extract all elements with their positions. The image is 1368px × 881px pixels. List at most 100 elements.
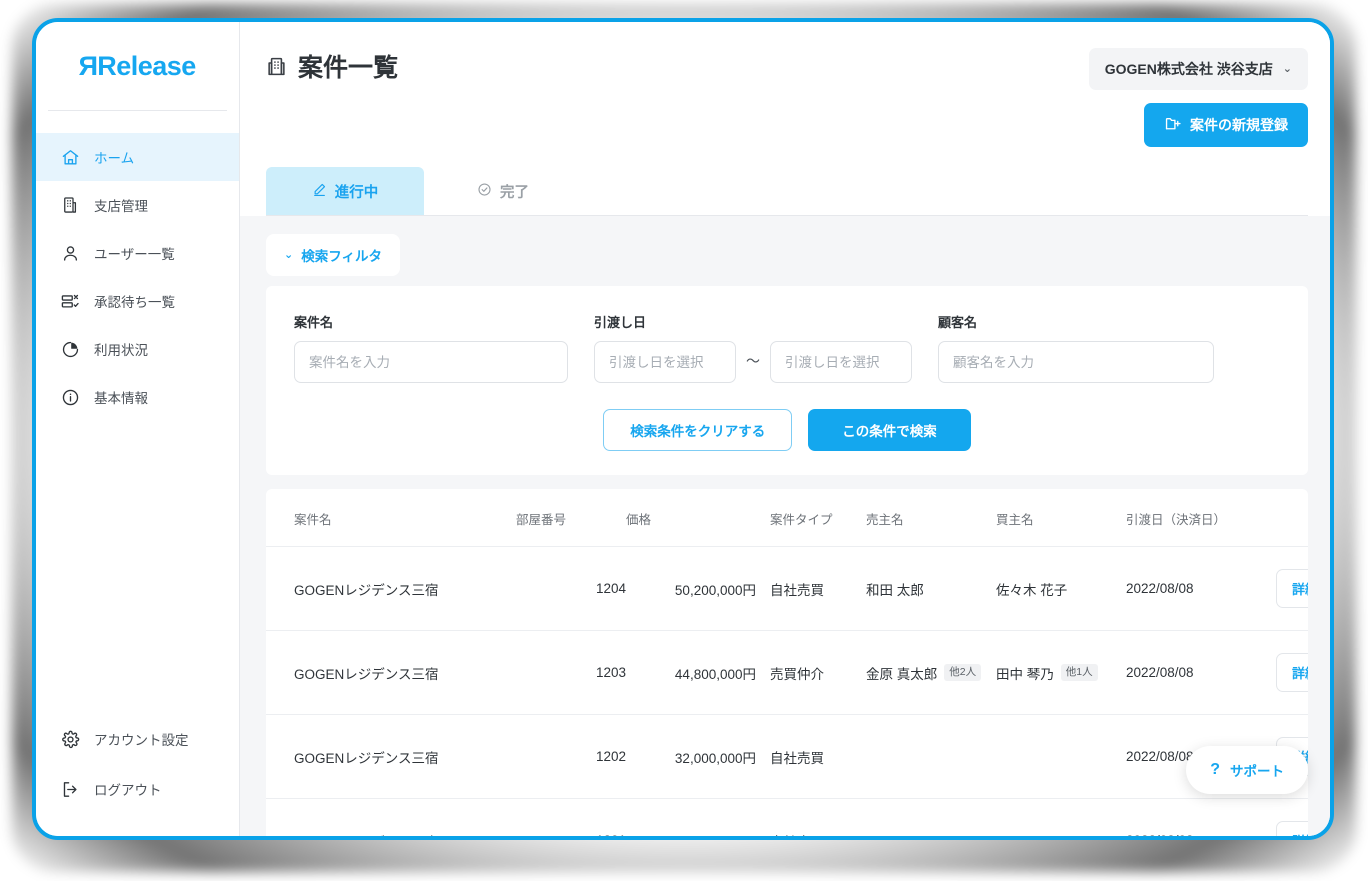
detail-button[interactable]: 詳細› [1276,569,1308,608]
column-header-price: 価格 [626,489,756,547]
client-name-input[interactable] [938,341,1214,383]
sidebar-item-branch-management[interactable]: 支店管理 [36,181,239,229]
cell-seller-extra-badge: 他2人 [944,664,982,681]
column-header-case-type: 案件タイプ [756,489,866,547]
sidebar-item-label-logout: ログアウト [94,783,162,798]
sidebar-item-home[interactable]: ホーム [36,133,239,181]
brand-logo-r-glyph: R [79,50,99,81]
field-client-name: 顧客名 [938,312,1214,383]
sidebar-bottom-nav: アカウント設定 ログアウト [36,714,239,836]
new-folder-icon [1164,115,1181,135]
detail-button-label: 詳細 [1292,582,1308,597]
cell-case-type: 自社売買 [756,714,866,799]
org-selector-label: GOGEN株式会社 渋谷支店 [1104,61,1273,77]
search-filter-toggle-label: 検索フィルタ [301,249,382,264]
sidebar-item-user-list[interactable]: ユーザー一覧 [36,229,239,277]
cell-room-number: 1203 [516,630,626,715]
detail-button[interactable]: 詳細› [1276,821,1308,836]
new-case-button-label: 案件の新規登録 [1190,117,1288,133]
cell-handover-date: 2022/08/08 [1126,546,1276,631]
cell-buyer-content: 田中 琴乃 他1人 [996,663,1126,683]
table-row[interactable]: GOGENレジデンス三宿 1204 50,200,000円 自社売買 和田 太郎 佐々木 … [266,546,1308,631]
screenshot-root: R Release ホーム 支店管理 ユーザー一覧 承認待ち一覧 利用状況 基本… [0,0,1368,881]
support-button-label: サポート [1230,764,1284,779]
sidebar-item-usage[interactable]: 利用状況 [36,325,239,373]
detail-button-label: 詳細 [1292,666,1308,681]
table-row[interactable]: GOGENレジデンス三宿120129,800,000円自社売買 2022/08/0… [266,798,1308,836]
filter-actions: 検索条件をクリアする この条件で検索 [294,409,1280,451]
cell-room-number: 1201 [516,798,626,836]
cell-seller-name: 金原 真太郎 [866,666,938,682]
approval-list-icon [60,291,80,311]
sidebar-item-approval-list[interactable]: 承認待ち一覧 [36,277,239,325]
logout-icon [60,779,80,799]
cell-handover-date: 2022/08/08 [1126,798,1276,836]
info-circle-icon [60,387,80,407]
sidebar-item-logout[interactable]: ログアウト [36,764,239,814]
case-name-input[interactable] [294,341,568,383]
cell-handover-date: 2022/08/08 [1126,630,1276,715]
search-filter-toggle[interactable]: ⌄ 検索フィルタ [266,234,400,276]
field-client-name-label: 顧客名 [938,315,978,330]
handover-date-to-input[interactable] [770,341,912,383]
cell-seller: 金原 真太郎 他2人 [866,630,996,715]
status-tabs: 進行中 完了 [266,167,1308,216]
chevron-down-icon: ⌄ [1282,62,1292,75]
sidebar-item-label-approval: 承認待ち一覧 [94,295,175,310]
main-area: 案件一覧 GOGEN株式会社 渋谷支店 ⌄ 案件の新規登録 進行中 完了 ⌄ 検… [240,22,1330,836]
chevron-down-icon: ⌄ [284,248,294,261]
page-title-text: 案件一覧 [298,54,399,82]
sidebar-item-label-users: ユーザー一覧 [94,247,175,262]
sidebar-item-account-settings[interactable]: アカウント設定 [36,714,239,764]
field-case-name-label: 案件名 [294,315,334,330]
date-range-separator: 〜 [746,353,760,369]
app-window: R Release ホーム 支店管理 ユーザー一覧 承認待ち一覧 利用状況 基本… [32,18,1334,840]
brand-logo[interactable]: R Release [36,22,239,110]
field-case-name: 案件名 [294,312,568,383]
brand-logo-text: Release [97,50,196,81]
cell-case-type: 自社売買 [756,546,866,631]
cell-buyer: 田中 琴乃 他1人 [996,630,1126,715]
sidebar-item-label-basic-info: 基本情報 [94,391,148,406]
column-header-seller: 売主名 [866,489,996,547]
cell-case-type: 自社売買 [756,798,866,836]
cell-price: 44,800,000円 [626,630,756,715]
topbar-right: GOGEN株式会社 渋谷支店 ⌄ 案件の新規登録 [1088,48,1308,147]
cell-buyer-name: 田中 琴乃 [996,666,1054,682]
filter-fields: 案件名 引渡し日 〜 顧客名 [294,312,1280,383]
detail-button[interactable]: 詳細› [1276,653,1308,692]
sidebar-divider [48,110,227,111]
tab-in-progress[interactable]: 進行中 [266,167,424,215]
cell-case-name: GOGENレジデンス三宿 [266,630,516,715]
handover-date-range: 〜 [594,341,912,383]
cell-buyer: 佐々木 花子 [996,546,1126,631]
search-button[interactable]: この条件で検索 [808,409,971,451]
table-row[interactable]: GOGENレジデンス三宿 1202 32,000,000円 自社売買 2022/08/0… [266,714,1308,799]
column-header-buyer: 買主名 [996,489,1126,547]
cell-case-name: GOGENレジデンス三宿 [266,546,516,631]
clear-filter-button[interactable]: 検索条件をクリアする [603,409,793,451]
support-button[interactable]: ? サポート [1186,746,1308,794]
cell-case-type: 売買仲介 [756,630,866,715]
new-case-button[interactable]: 案件の新規登録 [1144,103,1308,147]
column-header-action [1276,489,1308,547]
detail-button-label: 詳細 [1292,831,1308,836]
tab-completed-label: 完了 [500,184,529,201]
table-header-row: 案件名 部屋番号 価格 案件タイプ 売主名 買主名 引渡日（決済日） [266,489,1308,547]
user-icon [60,243,80,263]
column-header-room-number: 部屋番号 [516,489,626,547]
handover-date-from-input[interactable] [594,341,736,383]
table-row[interactable]: GOGENレジデンス三宿 1203 44,800,000円 売買仲介 金原 真太郎 他2人… [266,630,1308,715]
home-icon [60,147,80,167]
cell-seller: 和田 太郎 [866,546,996,631]
gear-icon [60,729,80,749]
tab-completed[interactable]: 完了 [424,167,582,215]
cell-case-name: GOGENレジデンス三宿 [266,798,516,836]
cell-buyer-extra-badge: 他1人 [1060,664,1098,681]
sidebar-item-label-account-settings: アカウント設定 [94,733,189,748]
content-scroll[interactable]: ⌄ 検索フィルタ 案件名 引渡し日 [240,216,1330,836]
org-selector[interactable]: GOGEN株式会社 渋谷支店 ⌄ [1088,48,1308,90]
pie-chart-icon [60,339,80,359]
sidebar-item-basic-info[interactable]: 基本情報 [36,373,239,421]
cell-room-number: 1204 [516,546,626,631]
